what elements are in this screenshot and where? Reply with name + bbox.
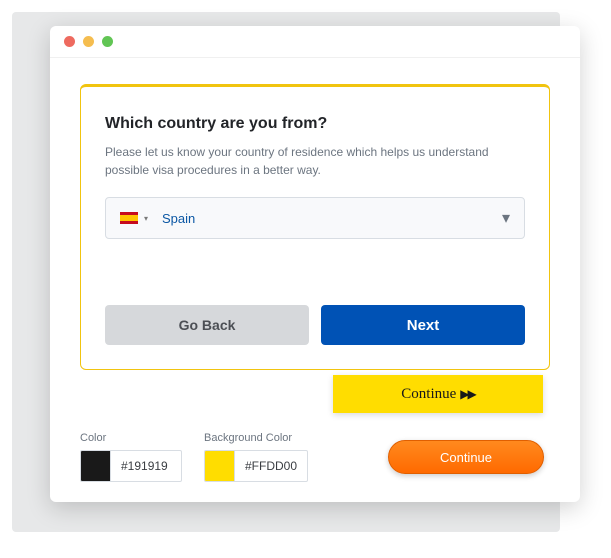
flag-caret-icon: ▾ bbox=[144, 214, 148, 223]
close-icon[interactable] bbox=[64, 36, 75, 47]
chevron-down-icon: ▾ bbox=[502, 208, 510, 228]
continue-orange-button[interactable]: Continue bbox=[388, 440, 544, 474]
continue-yellow-label: Continue bbox=[401, 386, 456, 403]
flag-spain-icon bbox=[120, 212, 138, 224]
continue-yellow-button[interactable]: Continue ▶▶ bbox=[333, 375, 543, 413]
bg-color-input[interactable]: #FFDD00 bbox=[204, 450, 308, 482]
bg-color-value: #FFDD00 bbox=[235, 459, 307, 473]
country-select[interactable]: ▾ Spain ▾ bbox=[105, 197, 525, 239]
go-back-button[interactable]: Go Back bbox=[105, 305, 309, 345]
bg-color-prop-group: Background Color #FFDD00 bbox=[204, 432, 308, 482]
next-button[interactable]: Next bbox=[321, 305, 525, 345]
double-chevron-right-icon: ▶▶ bbox=[460, 387, 474, 402]
style-props-row: Color #191919 Background Color #FFDD00 C… bbox=[80, 432, 550, 482]
question-title: Which country are you from? bbox=[105, 115, 525, 133]
selected-country-label: Spain bbox=[162, 211, 195, 226]
country-form-card: Which country are you from? Please let u… bbox=[80, 84, 550, 370]
color-input[interactable]: #191919 bbox=[80, 450, 182, 482]
question-subtitle: Please let us know your country of resid… bbox=[105, 143, 525, 179]
minimize-icon[interactable] bbox=[83, 36, 94, 47]
browser-window: Which country are you from? Please let u… bbox=[50, 26, 580, 502]
window-titlebar bbox=[50, 26, 580, 58]
continue-orange-label: Continue bbox=[440, 450, 492, 465]
color-label: Color bbox=[80, 432, 182, 444]
color-prop-group: Color #191919 bbox=[80, 432, 182, 482]
content-area: Which country are you from? Please let u… bbox=[50, 58, 580, 502]
bg-color-label: Background Color bbox=[204, 432, 308, 444]
color-value: #191919 bbox=[111, 459, 181, 473]
bg-color-swatch bbox=[205, 451, 235, 481]
color-swatch bbox=[81, 451, 111, 481]
nav-row: Go Back Next bbox=[105, 305, 525, 345]
maximize-icon[interactable] bbox=[102, 36, 113, 47]
